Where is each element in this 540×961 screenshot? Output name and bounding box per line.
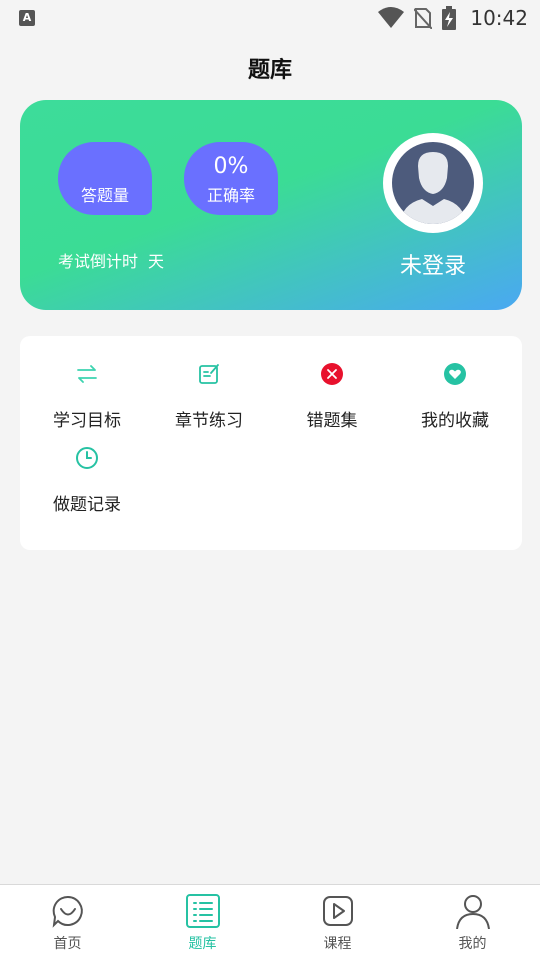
menu-item-study-goal[interactable]: 学习目标 <box>25 336 149 431</box>
menu-item-wrong-questions[interactable]: 错题集 <box>270 336 394 431</box>
menu-item-answer-history[interactable]: 做题记录 <box>25 420 149 515</box>
accuracy-bubble[interactable]: 0% 正确率 <box>184 142 278 215</box>
answered-count-value <box>58 154 152 180</box>
nav-item-home[interactable]: 首页 <box>0 885 135 961</box>
nav-label: 首页 <box>53 936 82 952</box>
countdown-label: 考试倒计时 <box>58 252 139 271</box>
page-title: 题库 <box>247 58 292 83</box>
nav-label: 题库 <box>188 936 217 952</box>
nav-label: 我的 <box>458 936 487 952</box>
battery-charging-icon <box>442 6 457 30</box>
answered-count-label: 答题量 <box>80 186 129 205</box>
menu-item-chapter-practice[interactable]: 章节练习 <box>147 336 271 431</box>
nav-item-courses[interactable]: 课程 <box>270 885 405 961</box>
accuracy-value: 0% <box>213 154 249 179</box>
menu-label: 错题集 <box>306 411 358 431</box>
countdown-unit: 天 <box>148 252 165 271</box>
play-icon <box>322 896 353 926</box>
edit-note-icon <box>199 364 219 384</box>
avatar[interactable] <box>383 133 483 233</box>
clock-icon <box>76 447 98 469</box>
login-status[interactable]: 未登录 <box>363 248 503 280</box>
nav-item-question-bank[interactable]: 题库 <box>135 885 270 961</box>
status-bar: A 10:42 <box>0 0 540 36</box>
swap-arrows-icon <box>77 365 97 383</box>
wrong-x-icon <box>321 363 343 385</box>
accuracy-label: 正确率 <box>206 186 255 205</box>
stats-card: 答题量 0% 正确率 考试倒计时天 未登录 <box>20 100 522 310</box>
nav-item-me[interactable]: 我的 <box>405 885 540 961</box>
person-icon <box>455 895 490 929</box>
bottom-nav: 首页 题库 课程 我的 <box>0 884 540 961</box>
keyboard-notification-icon: A <box>19 10 35 26</box>
menu-item-favorites[interactable]: 我的收藏 <box>393 336 517 431</box>
home-smile-icon <box>52 895 83 928</box>
status-icons: 10:42 <box>378 6 528 30</box>
function-menu: 学习目标 章节练习 错题集 我的收藏 做题记录 <box>20 336 522 550</box>
menu-label: 我的收藏 <box>421 411 489 431</box>
menu-label: 做题记录 <box>53 495 121 515</box>
clock-time: 10:42 <box>470 6 528 30</box>
no-sim-icon <box>414 8 433 29</box>
wifi-icon <box>378 7 405 28</box>
list-icon <box>185 894 220 928</box>
exam-countdown: 考试倒计时天 <box>58 248 164 272</box>
heart-icon <box>444 363 466 385</box>
nav-label: 课程 <box>323 936 352 952</box>
answered-count-bubble[interactable]: 答题量 <box>58 142 152 215</box>
menu-label: 章节练习 <box>175 411 243 431</box>
avatar-placeholder-icon <box>392 142 474 224</box>
